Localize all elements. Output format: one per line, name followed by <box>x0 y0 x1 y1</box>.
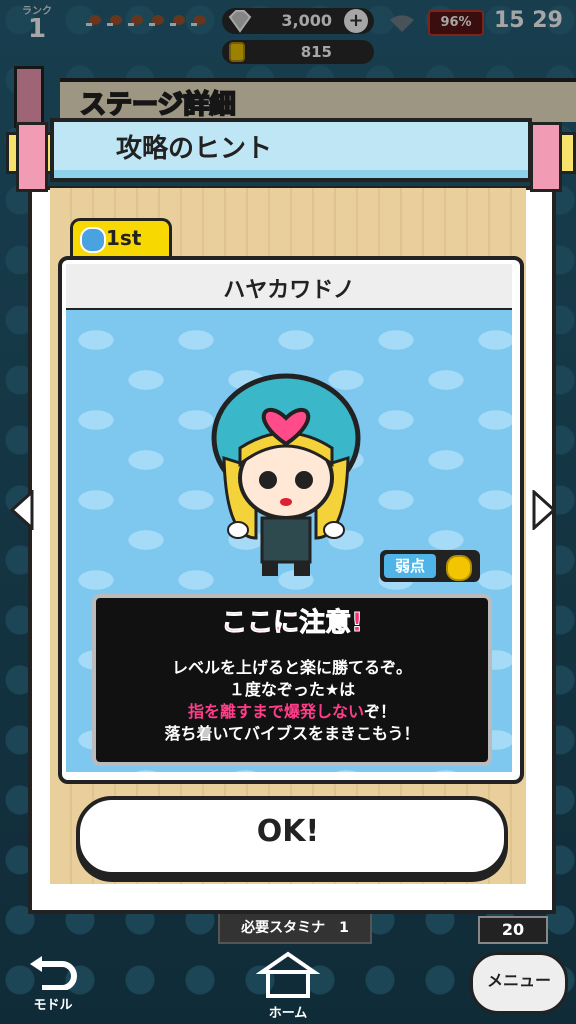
stamina-required: 必要スタミナ 1 <box>218 912 372 944</box>
menu-button[interactable]: メニュー <box>470 952 568 1014</box>
back-button[interactable]: モドル <box>18 956 88 1013</box>
hint-line-3-rest: ぞ！ <box>364 702 397 721</box>
home-button[interactable]: ホーム <box>252 950 324 1021</box>
left-arrow-icon[interactable] <box>10 490 34 530</box>
back-label: モドル <box>33 998 73 1013</box>
hint-emphasis: 指を離すまで爆発しない <box>187 702 364 721</box>
coin-weakness-icon <box>446 555 472 581</box>
tab-1st-label: 1st <box>106 226 142 250</box>
back-arrow-icon <box>30 956 77 991</box>
hint-line-3: 指を離すまで爆発しないぞ！ <box>92 698 492 722</box>
character-name: ハヤカワドノ <box>223 278 355 303</box>
hint-line-2: １度なぞった★は <box>228 680 356 699</box>
scroll-rod-cap-right <box>530 122 562 192</box>
home-label: ホーム <box>268 1006 308 1021</box>
hint-line-4: 落ち着いてバイブスをまきこもう！ <box>164 724 420 743</box>
ticket-count: 20 <box>478 916 548 944</box>
dialog-title: 攻略のヒント <box>116 134 273 164</box>
home-icon <box>255 951 321 998</box>
weakness-label: 弱点 <box>384 554 436 578</box>
drop-icon <box>80 227 106 253</box>
right-arrow-icon[interactable] <box>532 490 556 530</box>
character-illustration <box>211 373 361 576</box>
scroll-rod-cap-left <box>16 122 48 192</box>
hint-line-1: レベルを上げると楽に勝てるぞ。 <box>171 658 412 677</box>
hint-heading: ここに注意! <box>221 608 364 639</box>
ok-label: OK! <box>256 814 320 849</box>
